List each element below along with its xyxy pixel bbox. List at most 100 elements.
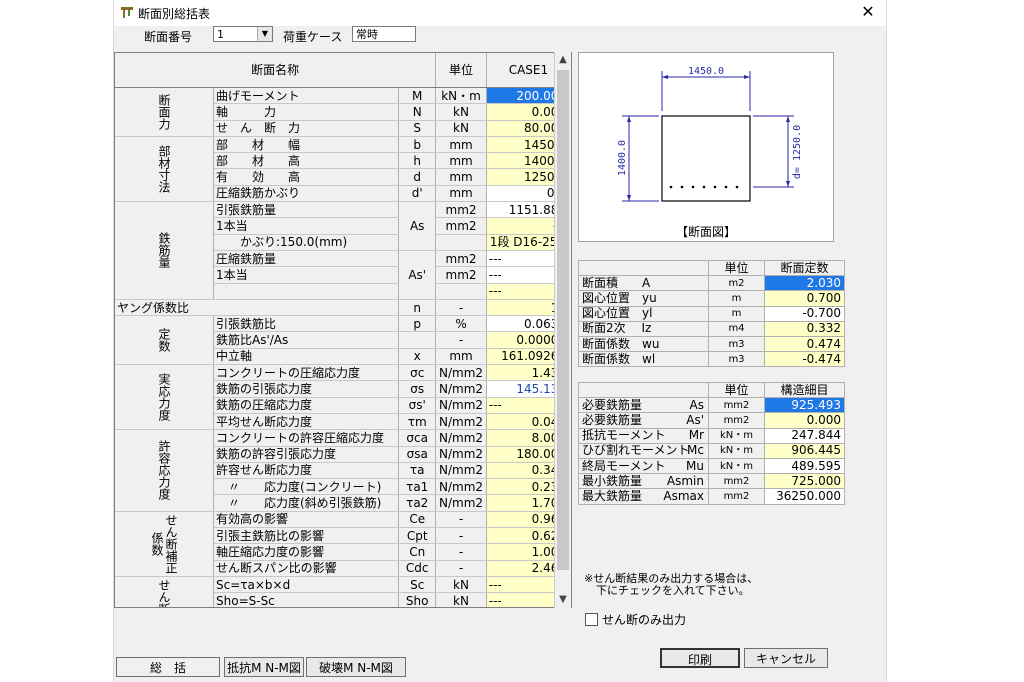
detail-symbol: Asmax xyxy=(663,488,704,503)
rebar-dots xyxy=(669,185,739,189)
detail-name-text: 最大鉄筋量 xyxy=(582,488,643,503)
row-name: 鉄筋の許容引張応力度 xyxy=(213,446,400,463)
row-symbol: τa xyxy=(398,462,437,480)
scroll-down-icon[interactable]: ▼ xyxy=(555,592,571,608)
table-row: 鉄筋量 引張鉄筋量 As mm2 1151.880 xyxy=(115,201,571,300)
constant-value[interactable]: 0.700 xyxy=(764,290,845,307)
grid-scrollbar[interactable]: ▲ ▼ xyxy=(554,52,571,608)
detail-row: 必要鉄筋量 As' mm2 0.000 xyxy=(578,412,845,429)
chevron-down-icon[interactable]: ▼ xyxy=(257,27,272,41)
row-name: 鉄筋の引張応力度 xyxy=(213,380,400,398)
detail-name-text: 終局モーメント xyxy=(582,458,666,473)
detail-value[interactable]: 36250.000 xyxy=(764,488,845,505)
row-symbol: As' xyxy=(398,250,437,300)
row-symbol: Sc xyxy=(398,576,437,594)
detail-name-text: 抵抗モーメント xyxy=(582,428,666,443)
detail-header-unit: 単位 xyxy=(708,381,765,399)
section-constants-table: 単位 断面定数 断面積 Am2 2.030 図心位置 yu m 0.700 図心位置 yl… xyxy=(578,259,845,368)
detail-value[interactable]: 489.595 xyxy=(764,457,845,475)
row-symbol: σsa xyxy=(398,446,437,463)
constants-row: 断面2次 Iz m4 0.332 xyxy=(578,320,845,337)
table-row: 断面力 曲げモーメント MkN・m 200.000 xyxy=(115,87,571,137)
constant-value[interactable]: 2.030 xyxy=(764,275,845,292)
row-symbol: M xyxy=(398,87,437,105)
row-unit: kN xyxy=(435,592,487,607)
row-symbol: b xyxy=(398,136,437,154)
row-name: 圧縮鉄筋量 xyxy=(213,250,400,268)
tab-resist-nm[interactable]: 抵抗M N-M図 xyxy=(224,657,304,677)
scroll-thumb[interactable] xyxy=(557,70,569,570)
row-name: 引張主鉄筋比の影響 xyxy=(213,527,400,545)
row-symbol: x xyxy=(398,348,437,366)
detail-row: 最小鉄筋量 Asmin mm2 725.000 xyxy=(578,473,845,490)
detail-name-text: 必要鉄筋量 xyxy=(582,397,643,412)
detail-row: 必要鉄筋量 As mm2 925.493 xyxy=(578,397,845,414)
row-group-label: 許容応力度 xyxy=(115,429,214,512)
row-name: 中立軸 xyxy=(213,348,400,366)
constants-header-row: 単位 断面定数 xyxy=(578,259,845,277)
row-unit: mm xyxy=(435,136,487,154)
detail-name: 必要鉄筋量 As xyxy=(578,397,709,414)
constant-name: 断面積 A xyxy=(578,275,709,292)
row-name: 鉄筋比As'/As xyxy=(213,331,400,349)
diagram-caption: 【断面図】 xyxy=(675,225,736,239)
close-icon[interactable]: ✕ xyxy=(854,1,882,23)
constant-name: 断面係数 wu xyxy=(578,335,709,353)
detail-name-text: 最小鉄筋量 xyxy=(582,473,643,488)
print-button[interactable]: 印刷 xyxy=(660,648,740,668)
constants-row: 断面積 Am2 2.030 xyxy=(578,275,845,292)
row-unit: N/mm2 xyxy=(435,397,487,414)
detail-name-text: 必要鉄筋量 xyxy=(582,412,643,427)
constant-value[interactable]: 0.474 xyxy=(764,335,845,353)
row-unit: kN xyxy=(435,103,487,121)
row-name: 部 材 高 xyxy=(213,152,400,170)
constant-value[interactable]: 0.332 xyxy=(764,320,845,337)
row-name: コンクリートの許容圧縮応力度 xyxy=(213,429,400,447)
dialog-window: 断面別総括表 ✕ 断面番号 1 ▼ 荷重ケース 常時 断面名称 単位 CASE1… xyxy=(113,0,887,682)
section-number-label: 断面番号 xyxy=(144,30,193,44)
row-unit: mm2 xyxy=(435,266,487,284)
table-row: せん断補正係数 有効高の影響 Ce -0.963 xyxy=(115,511,571,577)
detail-name: 終局モーメント Mu xyxy=(578,457,709,475)
row-symbol: τa1 xyxy=(398,478,437,496)
row-symbol: σs xyxy=(398,380,437,398)
row-symbol: d' xyxy=(398,185,437,203)
cancel-button[interactable]: キャンセル xyxy=(744,648,828,668)
tab-summary[interactable]: 総 括 xyxy=(116,657,220,677)
shear-note: ※せん断結果のみ出力する場合は、 下にチェックを入れて下さい。 xyxy=(584,573,758,597)
detail-value[interactable]: 906.445 xyxy=(764,442,845,459)
constant-value[interactable]: -0.474 xyxy=(764,351,845,368)
detail-value[interactable]: 247.844 xyxy=(764,427,845,444)
row-unit: N/mm2 xyxy=(435,413,487,431)
row-unit: - xyxy=(435,331,487,349)
detail-symbol: Mu xyxy=(686,458,704,473)
constant-value[interactable]: -0.700 xyxy=(764,305,845,322)
row-symbol: Cpt xyxy=(398,527,437,545)
section-number-value: 1 xyxy=(217,28,224,41)
section-number-select[interactable]: 1 ▼ xyxy=(213,26,273,42)
tab-break-nm[interactable]: 破壊M N-M図 xyxy=(306,657,406,677)
detail-value[interactable]: 0.000 xyxy=(764,412,845,429)
grid-header-row: 断面名称 単位 CASE1 xyxy=(115,53,571,88)
row-name: せん断スパン比の影響 xyxy=(213,560,400,577)
row-unit: - xyxy=(435,543,487,561)
row-unit xyxy=(435,283,487,300)
load-case-field[interactable]: 常時 xyxy=(352,26,416,42)
scroll-up-icon[interactable]: ▲ xyxy=(555,52,571,68)
row-name: 軸圧縮応力度の影響 xyxy=(213,543,400,561)
detail-row: ひび割れモーメント Mc kN・m 906.445 xyxy=(578,442,845,459)
row-unit: mm xyxy=(435,348,487,366)
header-name: 断面名称 xyxy=(115,53,437,88)
table-row: 定数 引張鉄筋比 p% 0.0636 xyxy=(115,315,571,366)
detail-value[interactable]: 725.000 xyxy=(764,473,845,490)
row-unit: N/mm2 xyxy=(435,364,487,382)
row-group-label: 鉄筋量 xyxy=(115,201,214,300)
row-name: Sc=τa×b×d xyxy=(213,576,400,594)
constant-name: 図心位置 yu xyxy=(578,290,709,307)
detail-value[interactable]: 925.493 xyxy=(764,397,845,414)
constants-row: 断面係数 wu m3 0.474 xyxy=(578,335,845,353)
row-unit: mm2 xyxy=(435,201,487,219)
row-group-label: 断面力 xyxy=(115,87,214,137)
shear-only-label[interactable]: せん断のみ出力 xyxy=(602,611,686,628)
shear-only-checkbox[interactable] xyxy=(585,613,598,626)
